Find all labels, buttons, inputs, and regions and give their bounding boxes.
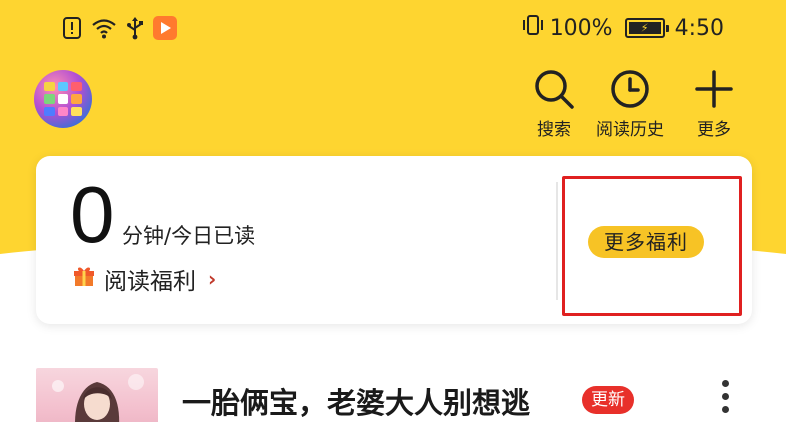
search-icon: [532, 66, 576, 112]
history-button[interactable]: 阅读历史: [596, 66, 664, 140]
battery-icon: ⚡: [624, 18, 669, 38]
battery-percent: 100%: [549, 15, 613, 41]
more-options-icon[interactable]: [722, 380, 729, 413]
wifi-icon: [91, 16, 117, 44]
chevron-right-icon: ›: [208, 267, 217, 291]
more-label: 更多: [697, 120, 731, 140]
avatar[interactable]: [34, 70, 92, 128]
status-icons-right: 100% ⚡ 4:50: [522, 13, 724, 43]
usb-icon: [126, 16, 144, 44]
search-label: 搜索: [537, 120, 571, 140]
status-icons-left: [62, 16, 177, 44]
status-bar: 100% ⚡ 4:50: [0, 0, 786, 58]
reading-welfare-label: 阅读福利: [104, 269, 196, 295]
history-label: 阅读历史: [596, 120, 664, 140]
update-badge: 更新: [582, 386, 634, 414]
minutes-read-label: 分钟/今日已读: [122, 224, 256, 248]
book-cover[interactable]: [36, 368, 158, 422]
alert-icon: [62, 16, 82, 44]
video-app-icon: [153, 16, 177, 44]
clock: 4:50: [674, 15, 724, 41]
highlight-box: [562, 176, 742, 316]
gift-icon: [72, 264, 96, 294]
reading-welfare-link[interactable]: 阅读福利 ›: [72, 262, 216, 296]
search-button[interactable]: 搜索: [532, 66, 576, 140]
book-title[interactable]: 一胎俩宝，老婆大人别想逃: [182, 380, 530, 422]
plus-icon: [694, 66, 734, 112]
minutes-read-value: 0: [70, 170, 115, 259]
more-button[interactable]: 更多: [694, 66, 734, 140]
vibrate-icon: [522, 13, 544, 43]
card-divider: [556, 182, 558, 300]
charging-icon: ⚡: [640, 21, 649, 35]
clock-history-icon: [608, 66, 652, 112]
